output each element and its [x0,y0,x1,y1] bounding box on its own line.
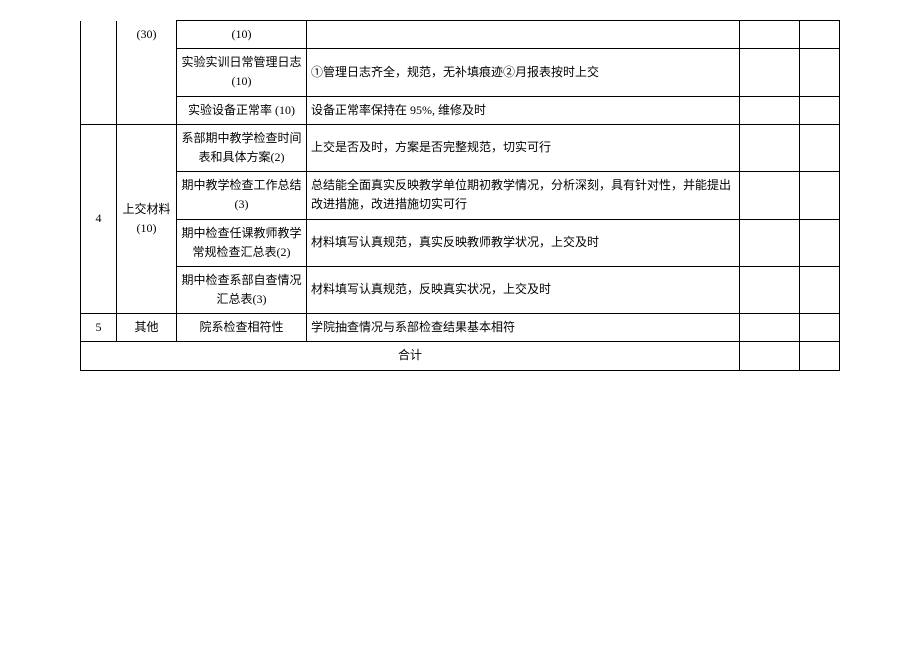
table-row: 4 上交材料 (10) 系部期中教学检查时间表和具体方案(2) 上交是否及时，方… [81,124,840,171]
score-cell-1 [740,219,800,266]
item-cell: 系部期中教学检查时间表和具体方案(2) [177,124,307,171]
desc-cell: ①管理日志齐全，规范，无补填痕迹②月报表按时上交 [307,49,740,96]
desc-cell [307,21,740,49]
score-cell-1 [740,314,800,342]
score-cell-2 [800,219,840,266]
table-total-row: 合计 [81,342,840,370]
score-cell-1 [740,49,800,96]
category-cell [117,49,177,96]
score-cell-1 [740,266,800,313]
score-cell-2 [800,266,840,313]
table-row: 实验设备正常率 (10) 设备正常率保持在 95%, 维修及时 [81,96,840,124]
idx-cell: 4 [81,124,117,314]
desc-cell: 材料填写认真规范，真实反映教师教学状况，上交及时 [307,219,740,266]
category-cell: 其他 [117,314,177,342]
score-cell-2 [800,314,840,342]
score-cell-2 [800,342,840,370]
evaluation-table: (30) (10) 实验实训日常管理日志 (10) ①管理日志齐全，规范，无补填… [80,20,840,371]
score-cell-2 [800,49,840,96]
score-cell-1 [740,21,800,49]
table-row: 期中检查系部自查情况汇总表(3) 材料填写认真规范，反映真实状况，上交及时 [81,266,840,313]
score-cell-2 [800,21,840,49]
item-cell: 期中检查任课教师教学常规检查汇总表(2) [177,219,307,266]
desc-cell: 总结能全面真实反映教学单位期初教学情况，分析深刻，具有针对性，并能提出改进措施，… [307,172,740,219]
table-row: 实验实训日常管理日志 (10) ①管理日志齐全，规范，无补填痕迹②月报表按时上交 [81,49,840,96]
item-cell: 期中检查系部自查情况汇总表(3) [177,266,307,313]
total-label: 合计 [81,342,740,370]
idx-cell [81,96,117,124]
desc-cell: 上交是否及时，方案是否完整规范，切实可行 [307,124,740,171]
score-cell-1 [740,172,800,219]
category-cell [117,96,177,124]
score-cell-1 [740,342,800,370]
desc-cell: 设备正常率保持在 95%, 维修及时 [307,96,740,124]
idx-cell [81,49,117,96]
item-cell: 实验实训日常管理日志 (10) [177,49,307,96]
desc-cell: 学院抽查情况与系部检查结果基本相符 [307,314,740,342]
item-cell: 院系检查相符性 [177,314,307,342]
score-cell-1 [740,96,800,124]
score-cell-2 [800,124,840,171]
idx-cell [81,21,117,49]
item-cell: 实验设备正常率 (10) [177,96,307,124]
category-cell: 上交材料 (10) [117,124,177,314]
table-row: 5 其他 院系检查相符性 学院抽查情况与系部检查结果基本相符 [81,314,840,342]
idx-cell: 5 [81,314,117,342]
score-cell-2 [800,172,840,219]
table-row: 期中教学检查工作总结 (3) 总结能全面真实反映教学单位期初教学情况，分析深刻，… [81,172,840,219]
desc-cell: 材料填写认真规范，反映真实状况，上交及时 [307,266,740,313]
score-cell-1 [740,124,800,171]
table-row: (30) (10) [81,21,840,49]
category-cell: (30) [117,21,177,49]
item-cell: 期中教学检查工作总结 (3) [177,172,307,219]
item-cell: (10) [177,21,307,49]
score-cell-2 [800,96,840,124]
table-row: 期中检查任课教师教学常规检查汇总表(2) 材料填写认真规范，真实反映教师教学状况… [81,219,840,266]
